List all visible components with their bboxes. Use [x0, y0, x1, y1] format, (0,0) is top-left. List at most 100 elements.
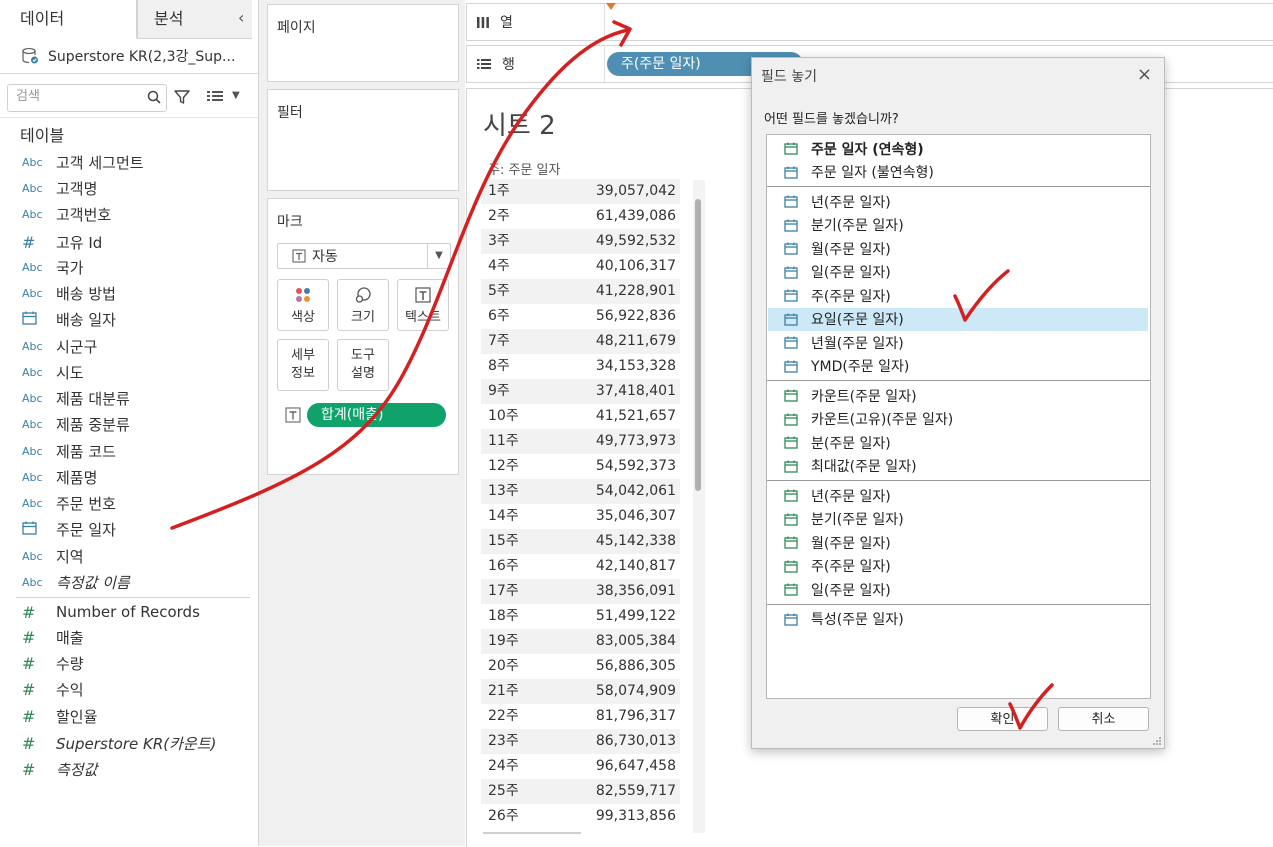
divider — [0, 117, 258, 118]
sheet-title: 시트 2 — [483, 111, 556, 141]
field-option[interactable]: 년월(주문 일자) — [768, 331, 1148, 354]
table-row: 25주 82,559,717 — [481, 779, 680, 804]
field-option[interactable]: 카운트(주문 일자) — [768, 384, 1148, 407]
close-icon[interactable]: × — [1137, 64, 1152, 85]
string-type-icon: Abc — [22, 181, 43, 195]
tab-data[interactable]: 데이터 — [0, 0, 137, 38]
field-item[interactable]: Abc 배송 방법 — [22, 282, 116, 304]
number-type-icon: # — [22, 232, 36, 252]
calendar-icon — [784, 560, 798, 573]
resize-grip-icon[interactable] — [1152, 736, 1162, 746]
field-option[interactable]: 분기(주문 일자) — [768, 214, 1148, 237]
field-option[interactable]: 월(주문 일자) — [768, 531, 1148, 554]
filter-icon[interactable] — [173, 88, 191, 106]
field-item[interactable]: Abc 고객 세그먼트 — [22, 151, 144, 173]
field-item[interactable]: # 고유 Id — [22, 231, 102, 253]
field-item[interactable]: Abc 시군구 — [22, 335, 97, 357]
field-item-order-date[interactable]: 주문 일자 — [22, 518, 116, 540]
field-option[interactable]: 주문 일자 (불연속형) — [768, 161, 1148, 184]
table-row: 12주 54,592,373 — [481, 454, 680, 479]
field-item[interactable]: Abc 시도 — [22, 361, 84, 383]
measure-item[interactable]: # 측정값 — [22, 758, 97, 780]
text-button[interactable]: 텍스트 — [397, 279, 449, 331]
chevron-down-icon[interactable]: ▼ — [427, 244, 450, 268]
string-type-icon: Abc — [22, 365, 43, 379]
divider — [604, 4, 605, 40]
measure-item[interactable]: # 수량 — [22, 652, 84, 674]
scrollbar-thumb[interactable] — [695, 199, 701, 491]
field-item[interactable]: 배송 일자 — [22, 308, 116, 330]
field-option[interactable]: 카운트(고유)(주문 일자) — [768, 408, 1148, 431]
pages-title: 페이지 — [277, 20, 316, 36]
field-option[interactable]: 주(주문 일자) — [768, 555, 1148, 578]
filters-card[interactable]: 필터 — [267, 89, 459, 191]
field-option[interactable]: 일(주문 일자) — [768, 578, 1148, 601]
chevron-down-icon[interactable]: ▼ — [232, 90, 240, 101]
datasource-item[interactable]: Superstore KR(2,3강_Sup... — [20, 44, 250, 68]
field-option[interactable]: 최대값(주문 일자) — [768, 455, 1148, 478]
row-label: 6주 — [488, 308, 510, 324]
row-value: 40,106,317 — [595, 258, 676, 274]
field-option[interactable]: 년(주문 일자) — [768, 190, 1148, 213]
tooltip-button[interactable]: 도구 설명 — [337, 339, 389, 391]
field-option-label: 주문 일자 (불연속형) — [811, 165, 934, 181]
field-options-list: 주문 일자 (연속형) 주문 일자 (불연속형) 년(주문 일자) 분기(주문 일자)… — [766, 134, 1151, 699]
measure-item[interactable]: # Superstore KR(카운트) — [22, 732, 216, 754]
dialog-question: 어떤 필드를 놓겠습니까? — [764, 112, 899, 127]
field-item[interactable]: Abc 제품 대분류 — [22, 387, 130, 409]
calendar-icon — [784, 195, 798, 208]
measure-item[interactable]: # 매출 — [22, 626, 84, 648]
color-button[interactable]: 색상 — [277, 279, 329, 331]
detail-button[interactable]: 세부 정보 — [277, 339, 329, 391]
number-type-icon: # — [22, 602, 36, 622]
ok-button[interactable]: 확인 — [957, 707, 1048, 731]
search-input[interactable] — [14, 88, 138, 105]
pages-card[interactable]: 페이지 — [267, 4, 459, 82]
calendar-icon — [784, 436, 798, 449]
list-view-icon[interactable] — [206, 88, 224, 104]
field-option[interactable]: 요일(주문 일자) — [768, 307, 1148, 331]
field-option[interactable]: 주문 일자 (연속형) — [768, 137, 1148, 160]
table-row: 20주 56,886,305 — [481, 654, 680, 679]
search-icon[interactable] — [146, 89, 162, 105]
table-row: 21주 58,074,909 — [481, 679, 680, 704]
row-value: 56,886,305 — [595, 658, 676, 674]
field-item[interactable]: Abc 고객명 — [22, 177, 97, 199]
row-value: 82,559,717 — [595, 783, 676, 799]
measure-item[interactable]: # 수익 — [22, 678, 84, 700]
collapse-pane-icon[interactable]: ‹ — [238, 8, 244, 27]
calendar-icon — [784, 460, 798, 473]
field-option-label: 카운트(고유)(주문 일자) — [811, 412, 954, 428]
columns-shelf[interactable]: 열 — [466, 3, 1273, 41]
mark-type-dropdown[interactable]: 자동 ▼ — [277, 243, 451, 269]
field-option[interactable]: 특성(주문 일자) — [768, 608, 1148, 631]
tab-analysis[interactable]: 분석 — [137, 0, 252, 39]
field-item[interactable]: Abc 제품 중분류 — [22, 413, 130, 435]
marks-pill-sum-sales[interactable]: 합계(매출) — [307, 403, 446, 427]
field-option[interactable]: 일(주문 일자) — [768, 261, 1148, 284]
field-option[interactable]: 분(주문 일자) — [768, 431, 1148, 454]
field-option[interactable]: 년(주문 일자) — [768, 484, 1148, 507]
field-option[interactable]: 분기(주문 일자) — [768, 508, 1148, 531]
string-type-icon: Abc — [22, 444, 43, 458]
field-option[interactable]: YMD(주문 일자) — [768, 355, 1148, 378]
size-button[interactable]: 크기 — [337, 279, 389, 331]
field-option[interactable]: 월(주문 일자) — [768, 237, 1148, 260]
field-item[interactable]: Abc 지역 — [22, 545, 84, 567]
field-item[interactable]: Abc 고객번호 — [22, 203, 111, 225]
field-option-label: 특성(주문 일자) — [811, 612, 904, 628]
calendar-icon — [784, 489, 798, 502]
field-item[interactable]: Abc 측정값 이름 — [22, 571, 130, 593]
measure-item[interactable]: # 할인율 — [22, 705, 97, 727]
field-item[interactable]: Abc 국가 — [22, 256, 84, 278]
calendar-icon — [784, 219, 798, 232]
field-item[interactable]: Abc 주문 번호 — [22, 492, 116, 514]
field-option-label: 월(주문 일자) — [811, 241, 891, 258]
row-label: 1주 — [488, 183, 510, 199]
field-item[interactable]: Abc 제품 코드 — [22, 440, 116, 462]
cancel-button[interactable]: 취소 — [1058, 707, 1149, 731]
number-type-icon: # — [22, 653, 36, 673]
field-item[interactable]: Abc 제품명 — [22, 466, 97, 488]
measure-item[interactable]: # Number of Records — [22, 601, 200, 623]
field-option[interactable]: 주(주문 일자) — [768, 284, 1148, 307]
